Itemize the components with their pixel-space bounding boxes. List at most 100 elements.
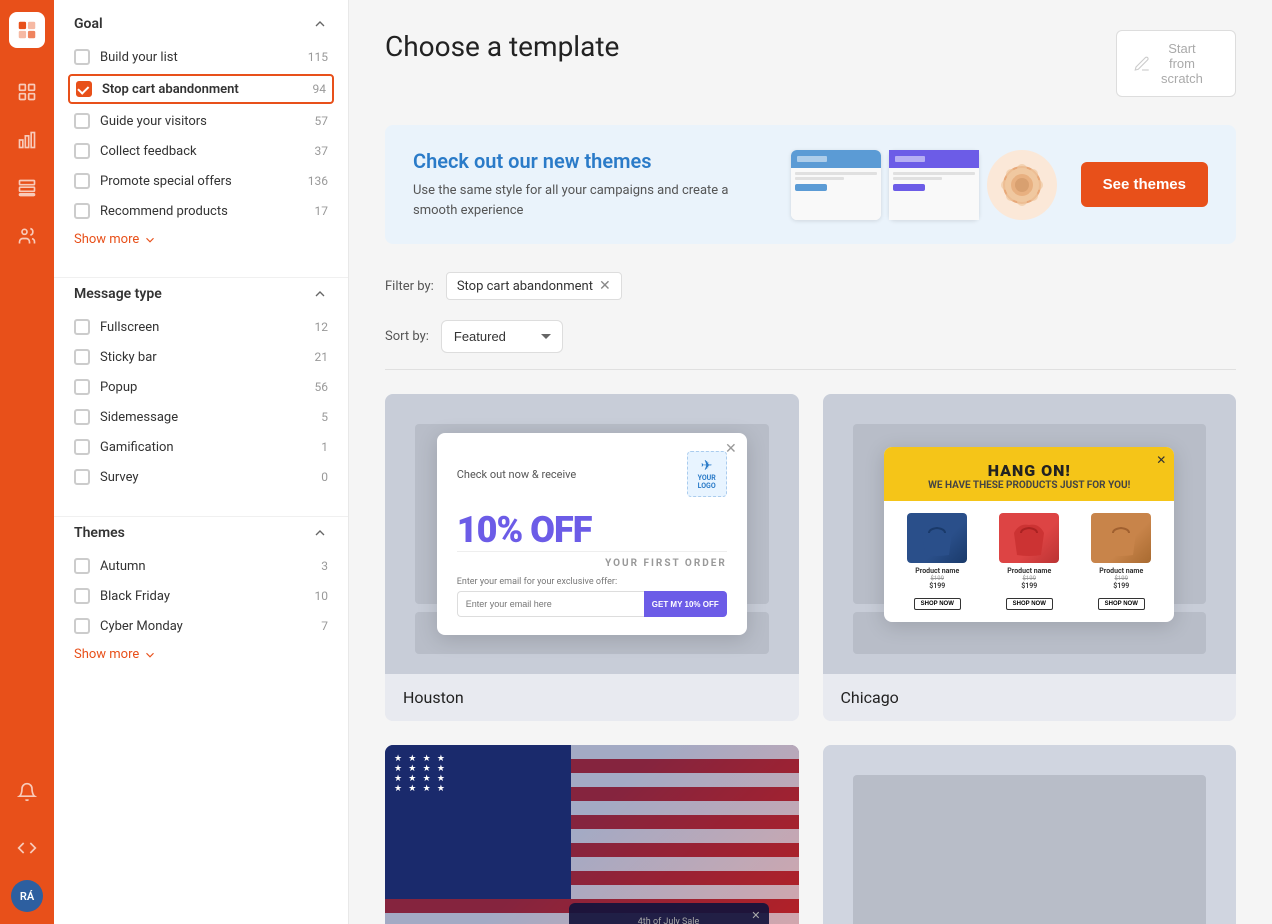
sidebar-goal-header: Goal (54, 16, 348, 42)
sidebar-item-gamification[interactable]: Gamification 1 (54, 432, 348, 462)
stop-cart-checkbox[interactable] (76, 81, 92, 97)
message-type-collapse-icon[interactable] (312, 286, 328, 302)
template-card-gray[interactable] (823, 745, 1237, 924)
rosette-icon (998, 161, 1046, 209)
chicago-title: HANG ON! (900, 461, 1158, 480)
sidebar-item-build-list[interactable]: Build your list 115 (54, 42, 348, 72)
chicago-card-name: Chicago (823, 674, 1237, 721)
promote-checkbox[interactable] (74, 173, 90, 189)
sidebar-item-popup[interactable]: Popup 56 (54, 372, 348, 402)
survey-checkbox[interactable] (74, 469, 90, 485)
sticky-bar-count: 21 (315, 350, 329, 364)
sticky-bar-checkbox[interactable] (74, 349, 90, 365)
sidemessage-checkbox[interactable] (74, 409, 90, 425)
flag-popup-close-icon: ✕ (751, 909, 760, 922)
build-list-count: 115 (308, 50, 328, 64)
sidebar-themes-section: Themes Autumn 3 Black Friday 10 Cyber Mo… (54, 525, 348, 668)
cyber-monday-checkbox[interactable] (74, 618, 90, 634)
template-card-chicago[interactable]: ✕ HANG ON! WE HAVE THESE PRODUCTS JUST F… (823, 394, 1237, 721)
sort-select[interactable]: Featured Newest Most popular (441, 320, 563, 353)
theme-card-1-header (791, 150, 881, 168)
autumn-checkbox[interactable] (74, 558, 90, 574)
build-list-checkbox[interactable] (74, 49, 90, 65)
flag-preview: ★ ★ ★ ★★ ★ ★ ★★ ★ ★ ★★ ★ ★ ★ ✕ 4th of Ju… (385, 745, 799, 924)
guide-checkbox[interactable] (74, 113, 90, 129)
chicago-close-icon: ✕ (1156, 453, 1166, 467)
pencil-icon (1133, 55, 1151, 73)
gamification-checkbox[interactable] (74, 439, 90, 455)
nav-logo[interactable] (9, 12, 45, 48)
show-more-chevron-icon (143, 233, 157, 247)
sidebar-themes-header: Themes (54, 525, 348, 551)
chicago-shop-2-button[interactable]: SHOP NOW (1006, 598, 1053, 610)
sidebar-item-sticky-bar[interactable]: Sticky bar 21 (54, 342, 348, 372)
chicago-shop-3-button[interactable]: SHOP NOW (1098, 598, 1145, 610)
chicago-shop-1-button[interactable]: SHOP NOW (914, 598, 961, 610)
collect-feedback-checkbox[interactable] (74, 143, 90, 159)
sidebar-item-autumn[interactable]: Autumn 3 (54, 551, 348, 581)
guide-label: Guide your visitors (100, 114, 307, 129)
sidebar-item-collect-feedback[interactable]: Collect feedback 37 (54, 136, 348, 166)
sidebar-item-stop-cart[interactable]: Stop cart abandonment 94 (68, 74, 334, 104)
collect-feedback-label: Collect feedback (100, 144, 307, 159)
sticky-bar-label: Sticky bar (100, 350, 307, 365)
houston-email-row: Enter your email for your exclusive offe… (457, 577, 727, 617)
themes-show-more[interactable]: Show more (54, 641, 348, 668)
sidebar-item-fullscreen[interactable]: Fullscreen 12 (54, 312, 348, 342)
nav-dashboard-icon[interactable] (7, 72, 47, 112)
gamification-count: 1 (321, 440, 328, 454)
sidebar-message-type-section: Message type Fullscreen 12 Sticky bar 21… (54, 286, 348, 492)
houston-email-input[interactable] (457, 591, 644, 617)
sort-label: Sort by: (385, 329, 429, 344)
chicago-product-2: Product name $199 $199 SHOP NOW (986, 513, 1072, 610)
black-friday-label: Black Friday (100, 589, 307, 604)
promote-label: Promote special offers (100, 174, 300, 189)
chicago-product-3: Product name $199 $199 SHOP NOW (1078, 513, 1164, 610)
chicago-product-1: Product name $199 $199 SHOP NOW (894, 513, 980, 610)
nav-campaigns-icon[interactable] (7, 168, 47, 208)
fullscreen-checkbox[interactable] (74, 319, 90, 335)
chicago-bag-1 (907, 513, 967, 563)
nav-users-icon[interactable] (7, 216, 47, 256)
promote-count: 136 (308, 174, 328, 188)
sidebar-item-cyber-monday[interactable]: Cyber Monday 7 (54, 611, 348, 641)
recommend-label: Recommend products (100, 204, 307, 219)
start-from-scratch-button[interactable]: Startfromscratch (1116, 30, 1236, 97)
chicago-sub: WE HAVE THESE PRODUCTS JUST FOR YOU! (900, 480, 1158, 491)
themes-banner-description: Use the same style for all your campaign… (413, 181, 767, 220)
sidebar-item-recommend[interactable]: Recommend products 17 (54, 196, 348, 226)
chicago-background: ✕ HANG ON! WE HAVE THESE PRODUCTS JUST F… (823, 394, 1237, 674)
houston-popup: ✕ Check out now & receive ✈ YOURLOGO 10%… (437, 433, 747, 635)
themes-collapse-icon[interactable] (312, 525, 328, 541)
main-content: Choose a template Startfromscratch Check… (349, 0, 1272, 924)
sidebar-item-guide[interactable]: Guide your visitors 57 (54, 106, 348, 136)
cyber-monday-count: 7 (321, 619, 328, 633)
popup-checkbox[interactable] (74, 379, 90, 395)
chicago-product-3-name: Product name (1078, 567, 1164, 575)
black-friday-checkbox[interactable] (74, 588, 90, 604)
sidebar-item-sidemessage[interactable]: Sidemessage 5 (54, 402, 348, 432)
template-card-houston[interactable]: ✕ Check out now & receive ✈ YOURLOGO 10%… (385, 394, 799, 721)
template-card-flag[interactable]: ★ ★ ★ ★★ ★ ★ ★★ ★ ★ ★★ ★ ★ ★ ✕ 4th of Ju… (385, 745, 799, 924)
goal-show-more[interactable]: Show more (54, 226, 348, 253)
see-themes-button[interactable]: See themes (1081, 162, 1208, 207)
nav-bell-icon[interactable] (7, 772, 47, 812)
filter-tag-close-icon[interactable]: ✕ (599, 278, 611, 294)
houston-background: ✕ Check out now & receive ✈ YOURLOGO 10%… (385, 394, 799, 674)
nav-analytics-icon[interactable] (7, 120, 47, 160)
chicago-preview: ✕ HANG ON! WE HAVE THESE PRODUCTS JUST F… (823, 394, 1237, 674)
recommend-checkbox[interactable] (74, 203, 90, 219)
theme-card-1-body (791, 168, 881, 220)
nav-code-icon[interactable] (7, 828, 47, 868)
houston-get-button[interactable]: GET MY 10% OFF (644, 591, 727, 617)
guide-count: 57 (315, 114, 329, 128)
sidebar-message-type-header: Message type (54, 286, 348, 312)
chicago-product-3-price: $199 (1078, 582, 1164, 590)
houston-input-row: GET MY 10% OFF (457, 591, 727, 617)
fullscreen-label: Fullscreen (100, 320, 307, 335)
sidebar-item-survey[interactable]: Survey 0 (54, 462, 348, 492)
sidebar-item-promote[interactable]: Promote special offers 136 (54, 166, 348, 196)
nav-avatar[interactable]: RÁ (11, 880, 43, 912)
goal-collapse-icon[interactable] (312, 16, 328, 32)
sidebar-item-black-friday[interactable]: Black Friday 10 (54, 581, 348, 611)
